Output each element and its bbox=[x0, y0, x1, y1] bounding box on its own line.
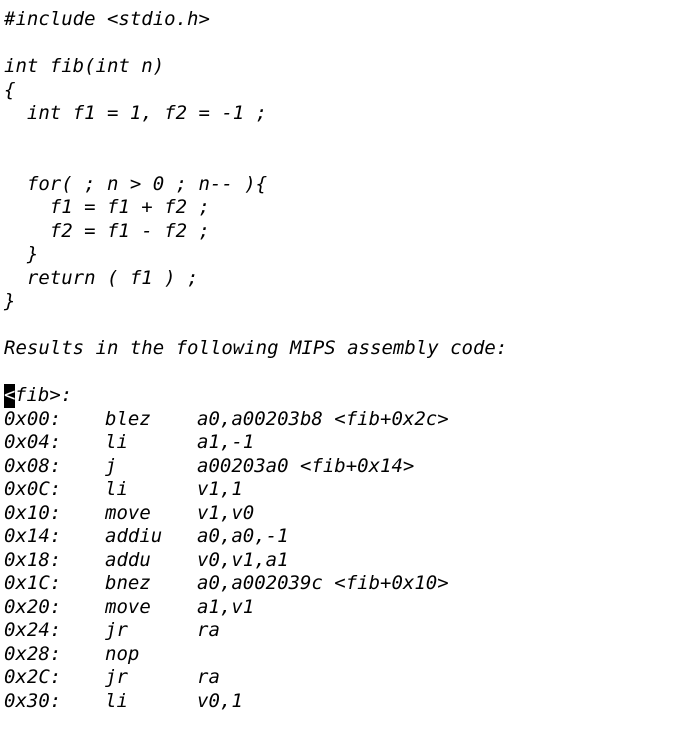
asm-opcode: bnez bbox=[105, 572, 151, 594]
asm-address: 0x2C: bbox=[4, 666, 62, 688]
text-cursor: < bbox=[4, 384, 16, 408]
asm-row: 0x00: blez a0,a00203b8 <fib+0x2c> bbox=[4, 408, 507, 432]
for-loop-line: for( ; n > 0 ; n-- ){ bbox=[4, 172, 268, 195]
asm-operands: ra bbox=[197, 666, 220, 688]
asm-address: 0x18: bbox=[4, 548, 62, 571]
asm-opcode: j bbox=[105, 454, 117, 477]
asm-opcode: jr bbox=[105, 666, 128, 688]
asm-address: 0x14: bbox=[4, 525, 62, 547]
asm-operands: a0,a0,-1 bbox=[197, 525, 289, 547]
loop-body-line-2: f2 = f1 - f2 ; bbox=[4, 219, 210, 242]
asm-row: 0x0C: li v1,1 bbox=[4, 478, 507, 502]
function-signature: int fib(int n) bbox=[4, 55, 165, 77]
asm-address: 0x00: bbox=[4, 407, 62, 430]
asm-row: 0x2C: jr ra bbox=[4, 666, 507, 690]
asm-opcode: li bbox=[105, 431, 128, 453]
asm-address: 0x08: bbox=[4, 454, 62, 477]
return-line: return ( f1 ) ; bbox=[4, 266, 199, 289]
asm-label-text: fib>: bbox=[15, 384, 73, 406]
asm-opcode: jr bbox=[105, 619, 128, 641]
asm-operands: a00203a0 <fib+0x14> bbox=[197, 454, 415, 477]
asm-row: 0x10: move v1,v0 bbox=[4, 502, 507, 526]
open-brace: { bbox=[4, 78, 16, 101]
asm-row: 0x14: addiu a0,a0,-1 bbox=[4, 525, 507, 549]
asm-address: 0x28: bbox=[4, 642, 62, 665]
asm-opcode: blez bbox=[105, 407, 151, 430]
asm-operands: v0,1 bbox=[197, 689, 243, 712]
asm-row: 0x1C: bnez a0,a002039c <fib+0x10> bbox=[4, 572, 507, 596]
asm-opcode: li bbox=[105, 478, 128, 500]
asm-address: 0x20: bbox=[4, 595, 62, 618]
loop-close-brace: } bbox=[4, 243, 39, 265]
asm-address: 0x30: bbox=[4, 689, 62, 712]
document: #include <stdio.h> int fib(int n) { int … bbox=[4, 8, 507, 713]
asm-listing: 0x00: blez a0,a00203b8 <fib+0x2c> 0x04: li a… bbox=[4, 408, 507, 714]
asm-address: 0x04: bbox=[4, 431, 62, 453]
asm-operands: v1,v0 bbox=[197, 501, 255, 524]
asm-address: 0x10: bbox=[4, 501, 62, 524]
asm-address: 0x0C: bbox=[4, 478, 62, 500]
loop-body-line-1: f1 = f1 + f2 ; bbox=[4, 196, 210, 218]
close-brace: } bbox=[4, 290, 16, 312]
asm-row: 0x30: li v0,1 bbox=[4, 690, 507, 714]
asm-operands: a1,v1 bbox=[197, 595, 255, 618]
asm-opcode: addiu bbox=[105, 525, 163, 547]
caption: Results in the following MIPS assembly c… bbox=[4, 337, 508, 359]
asm-opcode: nop bbox=[105, 642, 140, 665]
asm-address: 0x24: bbox=[4, 619, 62, 641]
asm-address: 0x1C: bbox=[4, 572, 62, 594]
include-line: #include <stdio.h> bbox=[4, 8, 210, 30]
asm-operands: a1,-1 bbox=[197, 431, 255, 453]
asm-opcode: li bbox=[105, 689, 128, 712]
asm-label: <fib>: bbox=[4, 384, 507, 408]
asm-opcode: move bbox=[105, 501, 151, 524]
asm-row: 0x08: j a00203a0 <fib+0x14> bbox=[4, 455, 507, 479]
asm-opcode: addu bbox=[105, 548, 151, 571]
asm-operands: a0,a002039c <fib+0x10> bbox=[197, 572, 449, 594]
asm-operands: ra bbox=[197, 619, 220, 641]
asm-operands: v1,1 bbox=[197, 478, 243, 500]
asm-row: 0x20: move a1,v1 bbox=[4, 596, 507, 620]
asm-row: 0x04: li a1,-1 bbox=[4, 431, 507, 455]
asm-operands: v0,v1,a1 bbox=[197, 548, 289, 571]
asm-row: 0x24: jr ra bbox=[4, 619, 507, 643]
asm-operands: a0,a00203b8 <fib+0x2c> bbox=[197, 407, 449, 430]
variable-declaration: int f1 = 1, f2 = -1 ; bbox=[4, 102, 268, 124]
asm-row: 0x18: addu v0,v1,a1 bbox=[4, 549, 507, 573]
asm-opcode: move bbox=[105, 595, 151, 618]
asm-row: 0x28: nop bbox=[4, 643, 507, 667]
